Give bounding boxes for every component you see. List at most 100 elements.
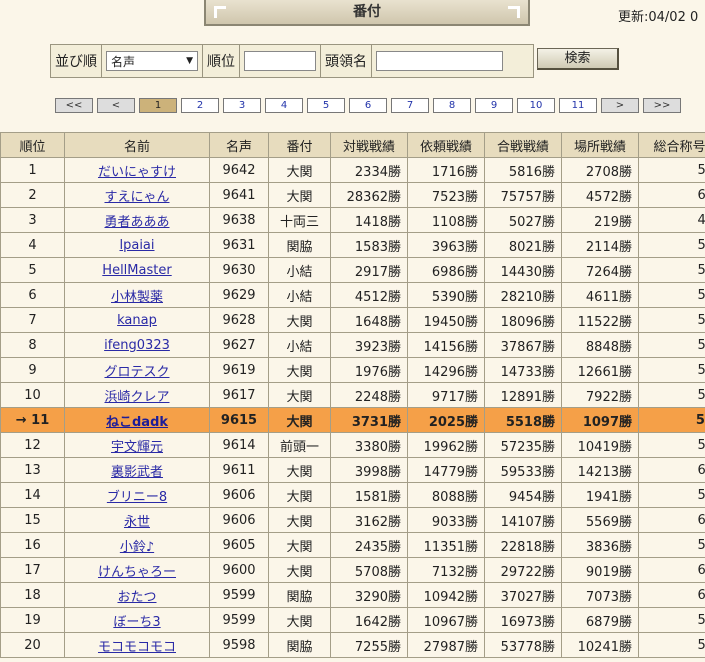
page-2-button[interactable]: 2 (181, 98, 219, 113)
page-3-button[interactable]: 3 (223, 98, 261, 113)
player-name-link[interactable]: 裏影武者 (111, 465, 163, 480)
table-row: 15 永世 9606大関3162勝9033勝14107勝5569勝60 (0, 507, 705, 533)
battle-record-cell: 8021勝 (484, 232, 562, 258)
player-name-link[interactable]: 浜崎クレア (104, 390, 169, 405)
page-title-bar: 番付 (204, 0, 530, 26)
player-name-link[interactable]: グロテスク (104, 365, 169, 380)
rank-cell: 15 (0, 507, 65, 533)
total-title-cell: 56 (638, 607, 705, 633)
player-name-link[interactable]: 永世 (124, 515, 150, 530)
table-row: 13 裏影武者 9611大関3998勝14779勝59533勝14213勝60 (0, 457, 705, 483)
name-input[interactable] (376, 51, 503, 71)
battle-record-cell: 5816勝 (484, 157, 562, 183)
place-record-cell: 10419勝 (561, 432, 639, 458)
player-name-link[interactable]: モコモコモコ (98, 640, 176, 655)
name-cell: ブリニー8 (64, 482, 210, 508)
name-cell: ifeng0323 (64, 332, 210, 358)
place-record-cell: 4611勝 (561, 282, 639, 308)
player-name-link[interactable]: ブリニー8 (107, 490, 167, 505)
player-name-link[interactable]: ねこdadk (106, 415, 168, 430)
total-title-cell: 59 (638, 632, 705, 658)
player-name-link[interactable]: lpaiai (119, 238, 154, 253)
page-6-button[interactable]: 6 (349, 98, 387, 113)
name-cell: 裏影武者 (64, 457, 210, 483)
page-5-button[interactable]: 5 (307, 98, 345, 113)
fame-cell: 9628 (209, 307, 269, 333)
player-name-link[interactable]: だいにゃすけ (98, 165, 176, 180)
player-name-link[interactable]: 小林製薬 (111, 290, 163, 305)
table-header-row: 順位 名前 名声 番付 対戦戦績 依頼戦績 合戦戦績 場所戦績 総合称号 (0, 132, 705, 158)
place-record-cell: 9019勝 (561, 557, 639, 583)
battle-record-cell: 5027勝 (484, 207, 562, 233)
page-10-button[interactable]: 10 (517, 98, 555, 113)
player-name-link[interactable]: ifeng0323 (104, 338, 170, 353)
player-name-link[interactable]: ぼーち3 (113, 615, 160, 630)
chevron-down-icon: ▼ (186, 56, 193, 66)
sort-select-value: 名声 (111, 54, 136, 69)
table-row: 20 モコモコモコ 9598関脇7255勝27987勝53778勝10241勝59 (0, 632, 705, 658)
rank-input[interactable] (244, 51, 316, 71)
page-7-button[interactable]: 7 (391, 98, 429, 113)
vs-record-cell: 1418勝 (330, 207, 408, 233)
banzuke-cell: 大関 (268, 457, 331, 483)
battle-record-cell: 59533勝 (484, 457, 562, 483)
page-9-button[interactable]: 9 (475, 98, 513, 113)
player-name-link[interactable]: けんちゃろー (98, 565, 176, 580)
total-title-cell: 60 (638, 182, 705, 208)
banzuke-cell: 大関 (268, 507, 331, 533)
total-title-cell: 60 (638, 507, 705, 533)
table-row: 10 浜崎クレア 9617大関2248勝9717勝12891勝7922勝59 (0, 382, 705, 408)
page-4-button[interactable]: 4 (265, 98, 303, 113)
player-name-link[interactable]: おたつ (117, 590, 156, 605)
page-11-button[interactable]: 11 (559, 98, 597, 113)
player-name-link[interactable]: kanap (117, 313, 157, 328)
vs-record-cell: 1648勝 (330, 307, 408, 333)
total-title-cell: 56 (638, 257, 705, 283)
header-total-title: 総合称号 (638, 132, 705, 158)
place-record-cell: 2708勝 (561, 157, 639, 183)
vs-record-cell: 7255勝 (330, 632, 408, 658)
fame-cell: 9631 (209, 232, 269, 258)
request-record-cell: 14156勝 (407, 332, 485, 358)
divider (239, 44, 240, 78)
last-page-button[interactable]: >> (643, 98, 681, 113)
total-title-cell: 60 (638, 557, 705, 583)
banzuke-cell: 前頭一 (268, 432, 331, 458)
rank-cell: 7 (0, 307, 65, 333)
fame-cell: 9614 (209, 432, 269, 458)
request-record-cell: 9033勝 (407, 507, 485, 533)
fame-cell: 9617 (209, 382, 269, 408)
player-name-link[interactable]: すえにゃん (104, 190, 169, 205)
fame-cell: 9605 (209, 532, 269, 558)
request-record-cell: 2025勝 (407, 407, 485, 433)
vs-record-cell: 28362勝 (330, 182, 408, 208)
header-banzuke: 番付 (268, 132, 331, 158)
header-place-record: 場所戦績 (561, 132, 639, 158)
fame-cell: 9638 (209, 207, 269, 233)
player-name-link[interactable]: HellMaster (102, 263, 171, 278)
player-name-link[interactable]: 小鈴♪ (120, 540, 154, 555)
divider (101, 44, 102, 78)
request-record-cell: 3963勝 (407, 232, 485, 258)
page-8-button[interactable]: 8 (433, 98, 471, 113)
search-button[interactable]: 検索 (537, 48, 619, 70)
name-cell: ねこdadk (64, 407, 210, 433)
fame-cell: 9606 (209, 507, 269, 533)
battle-record-cell: 18096勝 (484, 307, 562, 333)
vs-record-cell: 1976勝 (330, 357, 408, 383)
total-title-cell: 55 (638, 482, 705, 508)
place-record-cell: 7264勝 (561, 257, 639, 283)
sort-select[interactable]: 名声 ▼ (106, 51, 198, 71)
request-record-cell: 6986勝 (407, 257, 485, 283)
banzuke-cell: 関脇 (268, 232, 331, 258)
rank-cell: 10 (0, 382, 65, 408)
page-1-button[interactable]: 1 (139, 98, 177, 113)
next-page-button[interactable]: > (601, 98, 639, 113)
first-page-button[interactable]: << (55, 98, 93, 113)
vs-record-cell: 3731勝 (330, 407, 408, 433)
player-name-link[interactable]: 勇者あああ (104, 215, 169, 230)
table-row: 19 ぼーち3 9599大関1642勝10967勝16973勝6879勝56 (0, 607, 705, 633)
player-name-link[interactable]: 宇文輝元 (111, 440, 163, 455)
prev-page-button[interactable]: < (97, 98, 135, 113)
table-row: 18 おたつ 9599関脇3290勝10942勝37027勝7073勝60 (0, 582, 705, 608)
